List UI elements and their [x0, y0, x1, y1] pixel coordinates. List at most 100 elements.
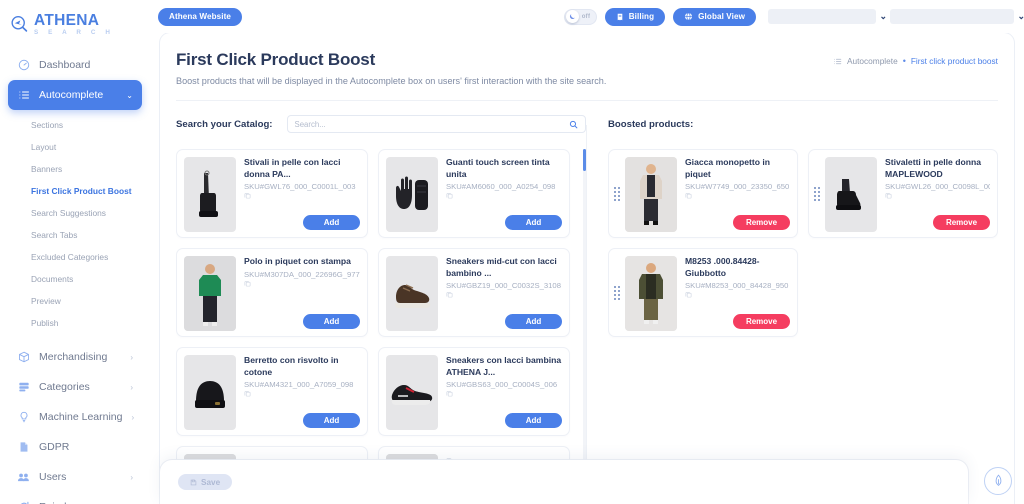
catalog-card[interactable]: Sneakers mid-cut con lacci bambino ... S…: [378, 248, 570, 337]
sidebar-subitem-search-tabs[interactable]: Search Tabs: [0, 224, 150, 246]
moon-icon: [565, 10, 579, 23]
catalog-grid-scroll[interactable]: Stivali in pelle con lacci donna PA... S…: [176, 149, 586, 487]
copy-icon[interactable]: [446, 192, 562, 199]
sidebar-subitem-documents[interactable]: Documents: [0, 268, 150, 290]
copy-icon[interactable]: [446, 291, 562, 298]
catalog-column: Search your Catalog: Search... Stivali i…: [176, 115, 586, 487]
copy-icon[interactable]: [685, 291, 790, 298]
global-view-button-label: Global View: [698, 12, 745, 21]
product-sku: SKU#AM6060_000_A0254_098: [446, 182, 556, 192]
catalog-card[interactable]: Polo in piquet con stampa SKU#M307DA_000…: [176, 248, 368, 337]
search-input[interactable]: [294, 119, 569, 129]
remove-button[interactable]: Remove: [733, 215, 790, 230]
receipt-icon: [616, 13, 624, 21]
list-icon: [833, 57, 842, 66]
sidebar-subitem-layout[interactable]: Layout: [0, 136, 150, 158]
product-name: Berretto con risvolto in cotone: [244, 355, 339, 377]
breadcrumb-current: First click product boost: [910, 56, 998, 66]
search-input-wrapper[interactable]: [286, 115, 586, 133]
search-icon[interactable]: [569, 120, 578, 129]
rocket-icon-button[interactable]: [984, 467, 1012, 495]
remove-button[interactable]: Remove: [933, 215, 990, 230]
remove-button[interactable]: Remove: [733, 314, 790, 329]
sidebar-item-gdpr[interactable]: GDPR: [8, 432, 142, 462]
chevron-down-icon: ⌄: [879, 11, 887, 21]
columns: Search your Catalog: Search... Stivali i…: [176, 115, 998, 497]
add-button[interactable]: Add: [303, 314, 360, 329]
catalog-card[interactable]: Stivali in pelle con lacci donna PA... S…: [176, 149, 368, 238]
users-icon: [17, 471, 30, 484]
product-info: Sneakers mid-cut con lacci bambino ... S…: [446, 256, 562, 329]
copy-icon[interactable]: [885, 192, 990, 199]
sidebar-item-dashboard[interactable]: Dashboard: [8, 50, 142, 80]
add-button[interactable]: Add: [505, 413, 562, 428]
product-info: Giacca monopetto in piquet SKU#W7749_000…: [685, 157, 790, 230]
sidebar-item-autocomplete[interactable]: Autocomplete ⌄: [8, 80, 142, 110]
product-thumbnail: [386, 355, 438, 430]
sidebar-subitem-first-click-product-boost[interactable]: First Click Product Boost: [0, 180, 150, 202]
sidebar-item-label: Categories: [39, 381, 90, 393]
sidebar-item-machine-learning[interactable]: Machine Learning ›: [8, 402, 142, 432]
save-button[interactable]: Save: [178, 474, 233, 490]
billing-button[interactable]: Billing: [604, 7, 666, 26]
product-sku: SKU#GWL76_000_C0001L_003: [244, 182, 356, 192]
product-sku: SKU#GBS63_000_C0004S_006: [446, 380, 558, 390]
add-button[interactable]: Add: [505, 314, 562, 329]
breadcrumb: Autocomplete • First click product boost: [833, 50, 998, 66]
catalog-search-label: Search your Catalog:: [176, 118, 273, 130]
product-sku: SKU#GBZ19_000_C0032S_3108: [446, 281, 561, 291]
sidebar-subitem-banners[interactable]: Banners: [0, 158, 150, 180]
boosted-card[interactable]: Giacca monopetto in piquet SKU#W7749_000…: [608, 149, 798, 238]
breadcrumb-separator: •: [902, 56, 906, 66]
sidebar-item-merchandising[interactable]: Merchandising ›: [8, 342, 142, 372]
product-sku: SKU#GWL26_000_C0098L_003: [885, 182, 990, 192]
sidebar-subitem-preview[interactable]: Preview: [0, 290, 150, 312]
sidebar-subitem-sections[interactable]: Sections: [0, 114, 150, 136]
sidebar-subitem-search-suggestions[interactable]: Search Suggestions: [0, 202, 150, 224]
header-divider: [176, 100, 998, 101]
boosted-card[interactable]: Stivaletti in pelle donna MAPLEWOOD SKU#…: [808, 149, 998, 238]
dark-mode-toggle[interactable]: off: [563, 8, 597, 25]
copy-icon[interactable]: [685, 192, 790, 199]
add-button[interactable]: Add: [303, 413, 360, 428]
sidebar-item-users[interactable]: Users ›: [8, 462, 142, 492]
save-bar: Save: [160, 460, 968, 504]
catalog-card[interactable]: Sneakers con lacci bambina ATHENA J... S…: [378, 347, 570, 436]
column-divider: [586, 125, 587, 497]
catalog-search-row: Search your Catalog:: [176, 115, 586, 133]
boosted-card[interactable]: M8253 .000.84428-Giubbotto SKU#M8253_000…: [608, 248, 798, 337]
drag-handle-icon[interactable]: [614, 186, 620, 201]
sidebar-item-categories[interactable]: Categories ›: [8, 372, 142, 402]
product-info: Polo in piquet con stampa SKU#M307DA_000…: [244, 256, 360, 329]
copy-icon[interactable]: [244, 390, 360, 397]
catalog-card[interactable]: Berretto con risvolto in cotone SKU#AM43…: [176, 347, 368, 436]
product-info: Stivaletti in pelle donna MAPLEWOOD SKU#…: [885, 157, 990, 230]
drag-handle-icon[interactable]: [614, 285, 620, 300]
product-name: Stivali in pelle con lacci donna PA...: [244, 157, 341, 179]
copy-icon[interactable]: [244, 192, 360, 199]
store-select[interactable]: ⌄: [768, 9, 887, 24]
product-thumbnail: [625, 256, 677, 331]
brand-title: ATHENA: [34, 12, 100, 30]
global-view-button[interactable]: Global View: [673, 7, 756, 26]
breadcrumb-parent[interactable]: Autocomplete: [847, 56, 898, 66]
magnifier-bird-icon: [10, 15, 29, 34]
box-icon: [17, 351, 30, 364]
add-button[interactable]: Add: [505, 215, 562, 230]
billing-button-label: Billing: [628, 12, 655, 21]
sidebar-subitem-publish[interactable]: Publish: [0, 312, 150, 334]
catalog-card[interactable]: Guanti touch screen tinta unita SKU#AM60…: [378, 149, 570, 238]
topbar: Athena Website off Billing Global View ⌄…: [150, 0, 1024, 33]
copy-icon[interactable]: [446, 390, 562, 397]
sidebar-subitem-excluded-categories[interactable]: Excluded Categories: [0, 246, 150, 268]
sidebar-item-label: Merchandising: [39, 351, 108, 363]
add-button[interactable]: Add: [303, 215, 360, 230]
sidebar-item-reindex[interactable]: Reindex: [8, 492, 142, 504]
copy-icon[interactable]: [244, 280, 360, 287]
sidebar-item-label: Dashboard: [39, 59, 91, 71]
dashboard-icon: [17, 59, 30, 72]
athena-website-button[interactable]: Athena Website: [158, 7, 242, 26]
drag-handle-icon[interactable]: [814, 186, 820, 201]
language-select[interactable]: ⌄: [890, 9, 1024, 24]
brand-logo[interactable]: ATHENA S E A R C H: [0, 4, 150, 38]
